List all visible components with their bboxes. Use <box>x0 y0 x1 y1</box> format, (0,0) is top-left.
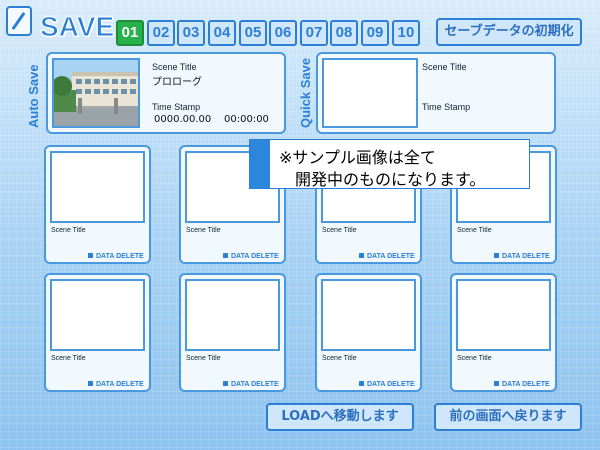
data-delete-button[interactable]: DATA DELETE <box>88 381 144 388</box>
back-button[interactable]: 前の画面へ戻ります <box>434 403 582 431</box>
save-slot-6[interactable]: Scene Title DATA DELETE <box>179 273 286 392</box>
page-title: SAVE <box>39 11 115 42</box>
pen-icon <box>6 6 32 36</box>
quick-save-slot[interactable]: Scene Title Time Stamp <box>316 52 556 134</box>
slot-thumbnail <box>50 151 145 223</box>
data-delete-button[interactable]: DATA DELETE <box>359 253 415 260</box>
slot-thumbnail <box>185 279 280 351</box>
auto-save-slot[interactable]: Scene Title プロローグ Time Stamp 0000.00.00 … <box>46 52 286 134</box>
save-time: 00:00:00 <box>224 114 269 125</box>
data-delete-button[interactable]: DATA DELETE <box>494 253 550 260</box>
page-tab-02[interactable]: 02 <box>147 20 175 46</box>
page-tab-08[interactable]: 08 <box>330 20 358 46</box>
scene-title-label: Scene Title <box>51 355 86 362</box>
save-slot-1[interactable]: Scene Title DATA DELETE <box>44 145 151 264</box>
slot-thumbnail <box>456 279 551 351</box>
data-delete-button[interactable]: DATA DELETE <box>494 381 550 388</box>
page-tab-09[interactable]: 09 <box>361 20 389 46</box>
save-slot-7[interactable]: Scene Title DATA DELETE <box>315 273 422 392</box>
page-tab-04[interactable]: 04 <box>208 20 236 46</box>
scene-title-value: プロローグ <box>152 77 202 88</box>
auto-save-label: Auto Save <box>26 64 41 128</box>
save-slot-5[interactable]: Scene Title DATA DELETE <box>44 273 151 392</box>
time-stamp-label: Time Stamp <box>422 102 471 112</box>
data-delete-button[interactable]: DATA DELETE <box>223 381 279 388</box>
notice-accent-bar <box>250 140 270 188</box>
page-tab-01[interactable]: 01 <box>116 20 144 46</box>
school-building-image <box>54 60 138 126</box>
quick-save-label: Quick Save <box>298 57 313 128</box>
page-tab-03[interactable]: 03 <box>177 20 205 46</box>
sample-image-notice: ※サンプル画像は全て 開発中のものになります。 <box>249 139 530 189</box>
scene-title-label: Scene Title <box>457 227 492 234</box>
scene-title-label: Scene Title <box>51 227 86 234</box>
save-date: 0000.00.00 <box>154 114 212 125</box>
go-to-load-button[interactable]: LOADへ移動します <box>266 403 414 431</box>
page-tab-07[interactable]: 07 <box>300 20 328 46</box>
notice-line-1: ※サンプル画像は全て <box>279 148 436 167</box>
notice-line-2: 開発中のものになります。 <box>295 170 486 189</box>
slot-thumbnail <box>50 279 145 351</box>
page-tab-06[interactable]: 06 <box>269 20 297 46</box>
scene-title-label: Scene Title <box>457 355 492 362</box>
slot-thumbnail <box>321 279 416 351</box>
page-tab-05[interactable]: 05 <box>239 20 267 46</box>
auto-save-thumbnail <box>52 58 140 128</box>
scene-title-label: Scene Title <box>186 355 221 362</box>
scene-title-label: Scene Title <box>322 227 357 234</box>
save-slot-8[interactable]: Scene Title DATA DELETE <box>450 273 557 392</box>
scene-title-label: Scene Title <box>186 227 221 234</box>
scene-title-label: Scene Title <box>422 62 467 72</box>
data-delete-button[interactable]: DATA DELETE <box>223 253 279 260</box>
init-save-data-button[interactable]: セーブデータの初期化 <box>436 18 582 46</box>
scene-title-label: Scene Title <box>152 62 197 72</box>
scene-title-label: Scene Title <box>322 355 357 362</box>
data-delete-button[interactable]: DATA DELETE <box>359 381 415 388</box>
quick-save-thumbnail <box>322 58 418 128</box>
time-stamp-label: Time Stamp <box>152 102 201 112</box>
page-tab-10[interactable]: 10 <box>392 20 420 46</box>
data-delete-button[interactable]: DATA DELETE <box>88 253 144 260</box>
